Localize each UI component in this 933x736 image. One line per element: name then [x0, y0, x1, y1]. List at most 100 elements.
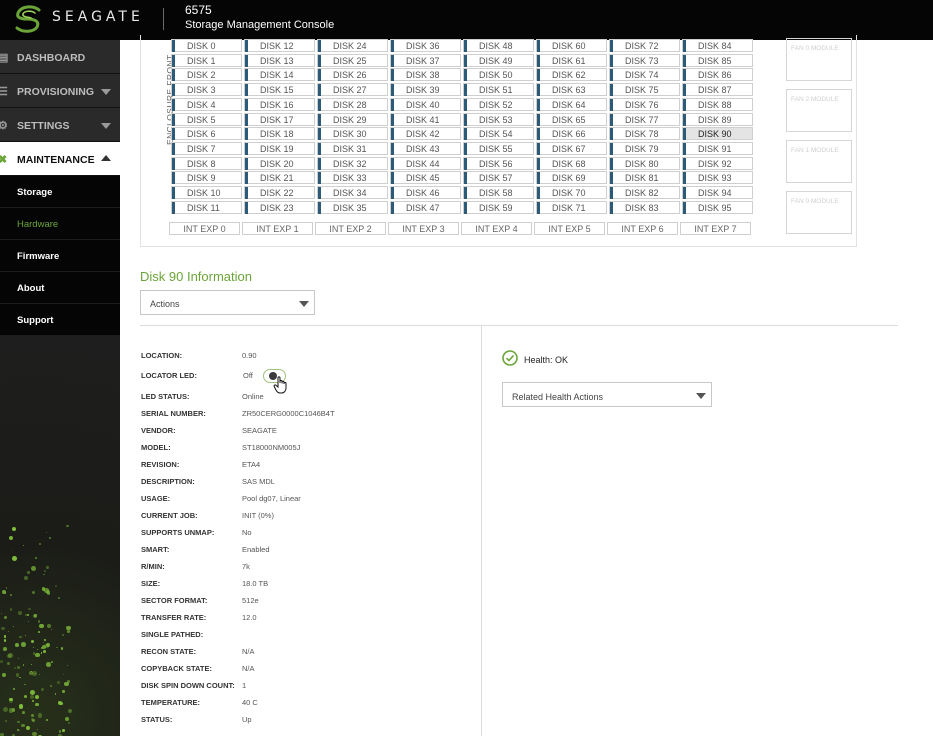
expander-slot[interactable]: INT EXP 6: [607, 222, 678, 235]
sidebar-item-support[interactable]: Support: [0, 304, 120, 336]
disk-slot[interactable]: DISK 85: [682, 53, 753, 67]
disk-slot[interactable]: DISK 30: [317, 127, 388, 141]
disk-slot[interactable]: DISK 31: [317, 141, 388, 155]
disk-slot[interactable]: DISK 44: [390, 156, 461, 170]
disk-slot[interactable]: DISK 18: [244, 127, 315, 141]
disk-slot[interactable]: DISK 78: [609, 127, 680, 141]
disk-slot[interactable]: DISK 32: [317, 156, 388, 170]
disk-slot[interactable]: DISK 15: [244, 83, 315, 97]
disk-slot[interactable]: DISK 33: [317, 171, 388, 185]
nav-maintenance[interactable]: ✖ MAINTENANCE: [0, 142, 120, 176]
disk-slot[interactable]: DISK 24: [317, 39, 388, 52]
disk-slot[interactable]: DISK 36: [390, 39, 461, 52]
disk-slot[interactable]: DISK 88: [682, 97, 753, 111]
disk-slot[interactable]: DISK 55: [463, 141, 534, 155]
disk-slot[interactable]: DISK 93: [682, 171, 753, 185]
disk-slot[interactable]: DISK 17: [244, 112, 315, 126]
fan-module[interactable]: FAN 0 MODULE: [786, 191, 852, 234]
disk-slot[interactable]: DISK 61: [536, 53, 607, 67]
fan-module[interactable]: FAN 0 MODULE: [786, 38, 852, 81]
disk-slot[interactable]: DISK 89: [682, 112, 753, 126]
disk-slot[interactable]: DISK 50: [463, 68, 534, 82]
disk-slot[interactable]: DISK 60: [536, 39, 607, 52]
disk-slot[interactable]: DISK 67: [536, 141, 607, 155]
disk-slot[interactable]: DISK 9: [171, 171, 242, 185]
sidebar-item-firmware[interactable]: Firmware: [0, 240, 120, 272]
disk-slot[interactable]: DISK 83: [609, 200, 680, 214]
disk-slot[interactable]: DISK 45: [390, 171, 461, 185]
expander-slot[interactable]: INT EXP 3: [388, 222, 459, 235]
actions-dropdown[interactable]: Actions: [140, 290, 315, 315]
disk-slot[interactable]: DISK 49: [463, 53, 534, 67]
disk-slot[interactable]: DISK 37: [390, 53, 461, 67]
disk-slot[interactable]: DISK 91: [682, 141, 753, 155]
disk-slot[interactable]: DISK 34: [317, 186, 388, 199]
sidebar-item-storage[interactable]: Storage: [0, 176, 120, 208]
nav-provisioning[interactable]: ☰ PROVISIONING: [0, 74, 120, 108]
disk-slot[interactable]: DISK 11: [171, 200, 242, 214]
disk-slot[interactable]: DISK 38: [390, 68, 461, 82]
disk-slot[interactable]: DISK 70: [536, 186, 607, 199]
disk-slot[interactable]: DISK 48: [463, 39, 534, 52]
disk-slot[interactable]: DISK 28: [317, 97, 388, 111]
disk-slot[interactable]: DISK 66: [536, 127, 607, 141]
disk-slot[interactable]: DISK 22: [244, 186, 315, 199]
disk-slot[interactable]: DISK 84: [682, 39, 753, 52]
disk-slot[interactable]: DISK 51: [463, 83, 534, 97]
disk-slot[interactable]: DISK 7: [171, 141, 242, 155]
disk-slot[interactable]: DISK 5: [171, 112, 242, 126]
disk-slot[interactable]: DISK 68: [536, 156, 607, 170]
disk-slot[interactable]: DISK 76: [609, 97, 680, 111]
disk-slot[interactable]: DISK 69: [536, 171, 607, 185]
disk-slot[interactable]: DISK 40: [390, 97, 461, 111]
disk-slot[interactable]: DISK 75: [609, 83, 680, 97]
disk-slot[interactable]: DISK 8: [171, 156, 242, 170]
disk-slot[interactable]: DISK 62: [536, 68, 607, 82]
disk-slot[interactable]: DISK 13: [244, 53, 315, 67]
disk-slot[interactable]: DISK 92: [682, 156, 753, 170]
disk-slot[interactable]: DISK 6: [171, 127, 242, 141]
disk-slot[interactable]: DISK 10: [171, 186, 242, 199]
disk-slot[interactable]: DISK 57: [463, 171, 534, 185]
disk-slot[interactable]: DISK 29: [317, 112, 388, 126]
disk-slot[interactable]: DISK 16: [244, 97, 315, 111]
fan-module[interactable]: FAN 2 MODULE: [786, 89, 852, 132]
nav-dashboard[interactable]: ▤ DASHBOARD: [0, 40, 120, 74]
sidebar-item-about[interactable]: About: [0, 272, 120, 304]
disk-slot[interactable]: DISK 87: [682, 83, 753, 97]
sidebar-item-hardware[interactable]: Hardware: [0, 208, 120, 240]
disk-slot[interactable]: DISK 54: [463, 127, 534, 141]
disk-slot[interactable]: DISK 59: [463, 200, 534, 214]
disk-slot[interactable]: DISK 72: [609, 39, 680, 52]
disk-slot[interactable]: DISK 52: [463, 97, 534, 111]
disk-slot[interactable]: DISK 47: [390, 200, 461, 214]
disk-slot[interactable]: DISK 81: [609, 171, 680, 185]
disk-slot[interactable]: DISK 73: [609, 53, 680, 67]
disk-slot[interactable]: DISK 86: [682, 68, 753, 82]
disk-slot[interactable]: DISK 14: [244, 68, 315, 82]
disk-slot[interactable]: DISK 26: [317, 68, 388, 82]
disk-slot[interactable]: DISK 41: [390, 112, 461, 126]
disk-slot[interactable]: DISK 95: [682, 200, 753, 214]
disk-slot[interactable]: DISK 35: [317, 200, 388, 214]
disk-slot[interactable]: DISK 53: [463, 112, 534, 126]
expander-slot[interactable]: INT EXP 7: [680, 222, 751, 235]
fan-module[interactable]: FAN 1 MODULE: [786, 140, 852, 183]
disk-slot[interactable]: DISK 4: [171, 97, 242, 111]
disk-slot[interactable]: DISK 65: [536, 112, 607, 126]
disk-slot[interactable]: DISK 25: [317, 53, 388, 67]
disk-slot[interactable]: DISK 94: [682, 186, 753, 199]
disk-slot[interactable]: DISK 80: [609, 156, 680, 170]
disk-slot[interactable]: DISK 1: [171, 53, 242, 67]
disk-slot[interactable]: DISK 27: [317, 83, 388, 97]
expander-slot[interactable]: INT EXP 4: [461, 222, 532, 235]
disk-slot[interactable]: DISK 77: [609, 112, 680, 126]
health-actions-dropdown[interactable]: Related Health Actions: [502, 382, 712, 407]
disk-slot[interactable]: DISK 42: [390, 127, 461, 141]
disk-slot[interactable]: DISK 79: [609, 141, 680, 155]
disk-slot[interactable]: DISK 21: [244, 171, 315, 185]
expander-slot[interactable]: INT EXP 5: [534, 222, 605, 235]
disk-slot[interactable]: DISK 39: [390, 83, 461, 97]
disk-slot[interactable]: DISK 2: [171, 68, 242, 82]
disk-slot[interactable]: DISK 56: [463, 156, 534, 170]
